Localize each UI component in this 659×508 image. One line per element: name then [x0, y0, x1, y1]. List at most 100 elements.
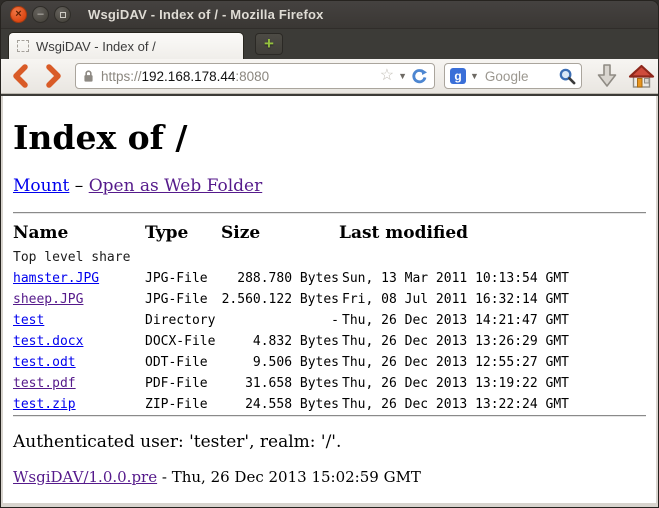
file-size-cell: 288.780 Bytes: [221, 268, 339, 289]
action-links: Mount – Open as Web Folder: [13, 176, 646, 196]
file-size-cell: 2.560.122 Bytes: [221, 289, 339, 310]
search-magnifier-icon[interactable]: [558, 67, 576, 85]
table-row: hamster.JPG JPG-File288.780 BytesSun, 13 …: [13, 268, 569, 289]
signature-timestamp: - Thu, 26 Dec 2013 15:02:59 GMT: [157, 468, 421, 486]
table-row: test.zip ZIP-File24.558 BytesThu, 26 Dec …: [13, 394, 569, 415]
file-link[interactable]: test.pdf: [13, 376, 76, 391]
window-controls: × –: [1, 6, 71, 23]
new-tab-button[interactable]: +: [255, 33, 283, 55]
back-arrow-icon: [10, 64, 30, 88]
mount-link[interactable]: Mount: [13, 176, 69, 196]
file-size-cell: 4.832 Bytes: [221, 331, 339, 352]
top-divider: [13, 212, 646, 214]
file-size-cell: -: [221, 310, 339, 331]
file-type-cell: PDF-File: [145, 373, 221, 394]
file-type-cell: JPG-File: [145, 268, 221, 289]
table-row: test.pdf PDF-File31.658 BytesThu, 26 Dec …: [13, 373, 569, 394]
file-type-cell: JPG-File: [145, 289, 221, 310]
title-bar: × – WsgiDAV - Index of / - Mozilla Firef…: [1, 1, 658, 29]
file-name-cell: test.docx: [13, 331, 145, 352]
file-link[interactable]: test.zip: [13, 397, 76, 412]
file-modified-cell: Thu, 26 Dec 2013 13:26:29 GMT: [339, 331, 569, 352]
file-table-header: Name Type Size Last modified: [13, 221, 569, 247]
url-dropdown-icon[interactable]: ▼: [398, 71, 407, 81]
back-button[interactable]: [9, 64, 31, 88]
column-header-modified: Last modified: [339, 221, 569, 247]
file-modified-cell: Thu, 26 Dec 2013 12:55:27 GMT: [339, 352, 569, 373]
column-header-name: Name: [13, 221, 145, 247]
file-size-cell: 9.506 Bytes: [221, 352, 339, 373]
home-icon: [628, 64, 655, 89]
navigation-toolbar: https://192.168.178.44:8080 ☆ ▼ g ▼ Goog…: [1, 59, 658, 94]
window-title: WsgiDAV - Index of / - Mozilla Firefox: [88, 7, 324, 22]
browser-viewport: Index of / Mount – Open as Web Folder Na…: [1, 96, 658, 507]
reload-icon[interactable]: [411, 68, 428, 85]
file-name-cell: test.pdf: [13, 373, 145, 394]
forward-button[interactable]: [43, 64, 65, 88]
table-row: test.docx DOCX-File4.832 BytesThu, 26 Dec…: [13, 331, 569, 352]
bottom-divider: [13, 415, 646, 417]
page-title: Index of /: [13, 118, 646, 157]
file-modified-cell: Thu, 26 Dec 2013 13:19:22 GMT: [339, 373, 569, 394]
maximize-icon: [60, 12, 66, 18]
tab-title: WsgiDAV - Index of /: [36, 39, 156, 54]
close-button[interactable]: ×: [10, 6, 27, 23]
url-scheme: https://: [101, 69, 142, 84]
url-bar[interactable]: https://192.168.178.44:8080 ☆ ▼: [75, 63, 435, 89]
file-link[interactable]: test.odt: [13, 355, 76, 370]
share-note: Top level share: [13, 247, 569, 268]
file-size-cell: 24.558 Bytes: [221, 394, 339, 415]
file-modified-cell: Sun, 13 Mar 2011 10:13:54 GMT: [339, 268, 569, 289]
lock-icon: [82, 69, 95, 83]
file-link[interactable]: test: [13, 313, 44, 328]
column-header-size: Size: [221, 221, 339, 247]
search-placeholder: Google: [485, 69, 529, 84]
file-table-body: Top level share hamster.JPG JPG-File288.7…: [13, 247, 569, 415]
share-note-row: Top level share: [13, 247, 569, 268]
download-button[interactable]: [596, 63, 618, 89]
url-host: 192.168.178.44: [142, 69, 236, 84]
minimize-button[interactable]: –: [32, 6, 49, 23]
firefox-window: × – WsgiDAV - Index of / - Mozilla Firef…: [0, 0, 659, 508]
open-webfolder-link[interactable]: Open as Web Folder: [89, 176, 263, 196]
page-content: Index of / Mount – Open as Web Folder Na…: [3, 96, 656, 503]
file-link[interactable]: sheep.JPG: [13, 292, 83, 307]
search-box[interactable]: g ▼ Google: [444, 63, 582, 89]
bookmark-star-icon[interactable]: ☆: [380, 68, 394, 84]
file-table: Name Type Size Last modified Top level s…: [13, 221, 569, 415]
file-link[interactable]: hamster.JPG: [13, 271, 99, 286]
favicon-placeholder-icon: [17, 40, 29, 52]
google-engine-icon[interactable]: g: [450, 68, 466, 84]
download-arrow-icon: [596, 63, 618, 89]
file-name-cell: test.odt: [13, 352, 145, 373]
table-row: sheep.JPG JPG-File2.560.122 BytesFri, 08 …: [13, 289, 569, 310]
file-type-cell: ZIP-File: [145, 394, 221, 415]
file-name-cell: test.zip: [13, 394, 145, 415]
tab-wsgidav[interactable]: WsgiDAV - Index of /: [8, 32, 244, 59]
search-engine-dropdown-icon[interactable]: ▼: [470, 71, 479, 81]
file-name-cell: hamster.JPG: [13, 268, 145, 289]
file-modified-cell: Fri, 08 Jul 2011 16:32:14 GMT: [339, 289, 569, 310]
table-row: test.odt ODT-File9.506 BytesThu, 26 Dec 2…: [13, 352, 569, 373]
forward-arrow-icon: [44, 64, 64, 88]
wsgidav-version-link[interactable]: WsgiDAV/1.0.0.pre: [13, 468, 157, 486]
url-port: :8080: [235, 69, 269, 84]
auth-status-line: Authenticated user: 'tester', realm: '/'…: [13, 432, 646, 452]
maximize-button[interactable]: [54, 6, 71, 23]
file-modified-cell: Thu, 26 Dec 2013 14:21:47 GMT: [339, 310, 569, 331]
server-signature: WsgiDAV/1.0.0.pre - Thu, 26 Dec 2013 15:…: [13, 468, 646, 486]
file-type-cell: ODT-File: [145, 352, 221, 373]
file-name-cell: test: [13, 310, 145, 331]
file-size-cell: 31.658 Bytes: [221, 373, 339, 394]
table-row: test Directory-Thu, 26 Dec 2013 14:21:47 …: [13, 310, 569, 331]
file-type-cell: DOCX-File: [145, 331, 221, 352]
file-type-cell: Directory: [145, 310, 221, 331]
column-header-type: Type: [145, 221, 221, 247]
file-name-cell: sheep.JPG: [13, 289, 145, 310]
link-separator: –: [75, 176, 84, 196]
tab-bar: WsgiDAV - Index of / +: [1, 29, 658, 59]
home-button[interactable]: [628, 64, 655, 89]
url-text: https://192.168.178.44:8080: [101, 69, 269, 84]
file-link[interactable]: test.docx: [13, 334, 83, 349]
file-modified-cell: Thu, 26 Dec 2013 13:22:24 GMT: [339, 394, 569, 415]
